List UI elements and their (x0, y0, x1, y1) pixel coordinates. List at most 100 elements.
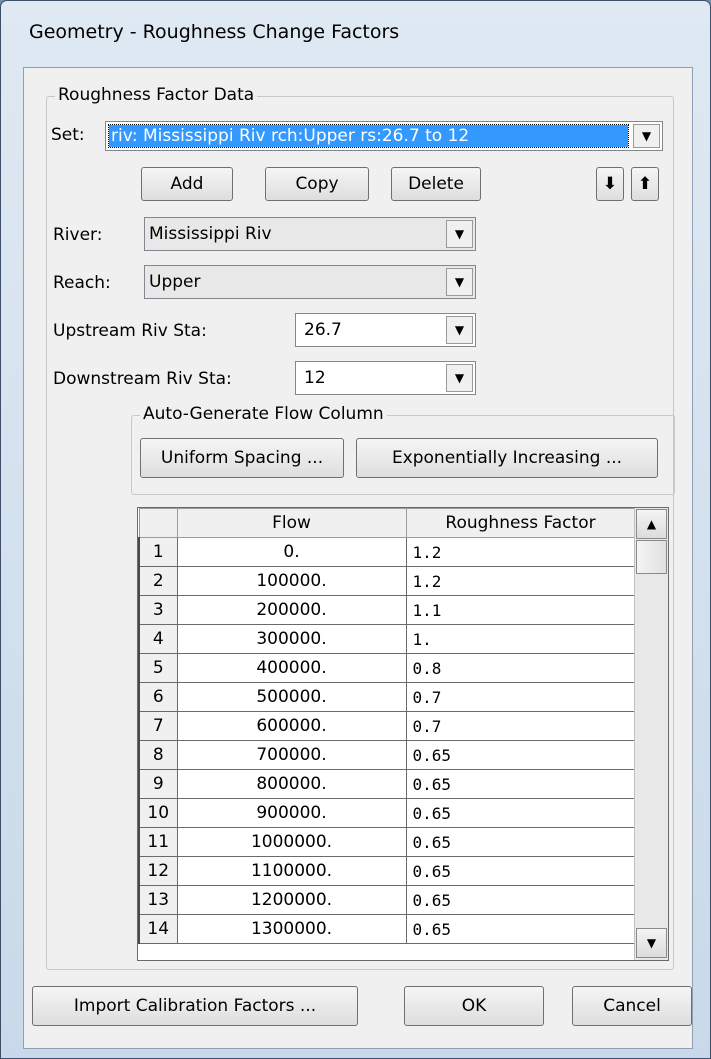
table-row[interactable]: 5 400000. 0.8 (138, 653, 636, 683)
flow-cell[interactable]: 200000. (176, 595, 407, 625)
row-number-cell: 13 (138, 885, 178, 915)
set-dropdown[interactable]: riv: Mississippi Riv rch:Upper rs:26.7 t… (105, 121, 663, 151)
chevron-down-icon[interactable]: ▼ (446, 364, 473, 392)
set-label: Set: (51, 125, 85, 145)
flow-cell[interactable]: 1200000. (176, 885, 407, 915)
roughness-factor-cell[interactable]: 1.2 (405, 537, 636, 567)
flow-roughness-table: Flow Roughness Factor 1 0. 1.2 2 100000. 1.2 3… (137, 507, 669, 961)
upstream-riv-sta-value: 26.7 (304, 320, 342, 340)
reach-dropdown[interactable]: Upper ▼ (144, 265, 476, 299)
arrow-up-icon: ⬆ (637, 174, 653, 194)
table-row[interactable]: 9 800000. 0.65 (138, 769, 636, 799)
river-label: River: (53, 225, 103, 245)
roughness-factor-cell[interactable]: 1.1 (405, 595, 636, 625)
row-number-cell: 2 (138, 566, 178, 596)
table-row[interactable]: 14 1300000. 0.65 (138, 914, 636, 944)
roughness-factor-data-group: Roughness Factor Data Set: riv: Mississi… (46, 85, 675, 970)
auto-generate-flow-group: Auto-Generate Flow Column Uniform Spacin… (131, 404, 675, 495)
exponentially-increasing-button[interactable]: Exponentially Increasing ... (356, 438, 658, 478)
import-calibration-factors-button[interactable]: Import Calibration Factors ... (32, 986, 358, 1026)
flow-cell[interactable]: 900000. (176, 798, 407, 828)
roughness-factor-cell[interactable]: 0.7 (405, 682, 636, 712)
flow-cell[interactable]: 400000. (176, 653, 407, 683)
arrow-down-icon: ⬇ (602, 174, 618, 194)
triangle-up-icon: ▲ (646, 517, 657, 531)
triangle-down-icon: ▼ (646, 936, 657, 950)
roughness-factor-cell[interactable]: 0.65 (405, 769, 636, 799)
roughness-factor-cell[interactable]: 1. (405, 624, 636, 654)
table-row[interactable]: 10 900000. 0.65 (138, 798, 636, 828)
chevron-down-icon[interactable]: ▼ (446, 268, 473, 296)
table-row[interactable]: 6 500000. 0.7 (138, 682, 636, 712)
table-row[interactable]: 3 200000. 1.1 (138, 595, 636, 625)
title-bar[interactable]: Geometry - Roughness Change Factors (1, 1, 710, 69)
river-dropdown[interactable]: Mississippi Riv ▼ (144, 217, 476, 251)
roughness-factor-cell[interactable]: 0.65 (405, 798, 636, 828)
table-row[interactable]: 8 700000. 0.65 (138, 740, 636, 770)
roughness-factor-data-label: Roughness Factor Data (55, 85, 258, 105)
copy-button[interactable]: Copy (265, 167, 369, 201)
roughness-factor-cell[interactable]: 0.8 (405, 653, 636, 683)
flow-cell[interactable]: 0. (176, 537, 407, 567)
row-number-cell: 1 (138, 537, 178, 567)
downstream-riv-sta-dropdown[interactable]: 12 ▼ (295, 361, 476, 395)
reach-value: Upper (149, 272, 201, 292)
move-down-button[interactable]: ⬇ (596, 167, 624, 201)
flow-cell[interactable]: 100000. (176, 566, 407, 596)
vertical-scrollbar[interactable]: ▲ ▼ (634, 508, 668, 960)
uniform-spacing-button[interactable]: Uniform Spacing ... (140, 438, 344, 478)
dialog-client-area: Roughness Factor Data Set: riv: Mississi… (23, 67, 693, 1049)
table-row[interactable]: 4 300000. 1. (138, 624, 636, 654)
move-up-button[interactable]: ⬆ (631, 167, 659, 201)
row-number-cell: 14 (138, 914, 178, 944)
flow-cell[interactable]: 700000. (176, 740, 407, 770)
table-row[interactable]: 1 0. 1.2 (138, 537, 636, 567)
flow-cell[interactable]: 1100000. (176, 856, 407, 886)
roughness-factor-cell[interactable]: 0.65 (405, 856, 636, 886)
row-number-cell: 6 (138, 682, 178, 712)
roughness-factor-cell[interactable]: 0.65 (405, 827, 636, 857)
chevron-down-icon[interactable]: ▼ (446, 220, 473, 248)
data-table: Flow Roughness Factor 1 0. 1.2 2 100000. 1.2 3… (138, 508, 636, 944)
reach-label: Reach: (53, 273, 111, 293)
row-number-cell: 12 (138, 856, 178, 886)
roughness-factor-cell[interactable]: 0.65 (405, 740, 636, 770)
table-row[interactable]: 13 1200000. 0.65 (138, 885, 636, 915)
row-number-cell: 11 (138, 827, 178, 857)
chevron-down-icon[interactable]: ▼ (633, 124, 660, 148)
delete-button[interactable]: Delete (391, 167, 481, 201)
add-button[interactable]: Add (141, 167, 233, 201)
roughness-factor-cell[interactable]: 0.65 (405, 885, 636, 915)
roughness-change-factors-window: Geometry - Roughness Change Factors Roug… (0, 0, 711, 1059)
table-row[interactable]: 11 1000000. 0.65 (138, 827, 636, 857)
flow-cell[interactable]: 800000. (176, 769, 407, 799)
column-header-flow[interactable]: Flow (176, 508, 407, 538)
row-number-cell: 3 (138, 595, 178, 625)
roughness-factor-cell[interactable]: 0.7 (405, 711, 636, 741)
flow-cell[interactable]: 500000. (176, 682, 407, 712)
table-row[interactable]: 2 100000. 1.2 (138, 566, 636, 596)
table-row[interactable]: 7 600000. 0.7 (138, 711, 636, 741)
table-row[interactable]: 12 1100000. 0.65 (138, 856, 636, 886)
row-number-cell: 5 (138, 653, 178, 683)
flow-cell[interactable]: 600000. (176, 711, 407, 741)
roughness-factor-cell[interactable]: 0.65 (405, 914, 636, 944)
scroll-up-button[interactable]: ▲ (636, 509, 667, 539)
flow-cell[interactable]: 300000. (176, 624, 407, 654)
roughness-factor-cell[interactable]: 1.2 (405, 566, 636, 596)
scroll-down-button[interactable]: ▼ (636, 928, 667, 958)
auto-generate-flow-label: Auto-Generate Flow Column (140, 404, 387, 424)
column-header-roughness-factor[interactable]: Roughness Factor (405, 508, 636, 538)
cancel-button[interactable]: Cancel (572, 986, 692, 1026)
upstream-riv-sta-dropdown[interactable]: 26.7 ▼ (295, 313, 476, 347)
downstream-riv-sta-value: 12 (304, 368, 326, 388)
set-selected-value: riv: Mississippi Riv rch:Upper rs:26.7 t… (108, 124, 629, 148)
flow-cell[interactable]: 1000000. (176, 827, 407, 857)
ok-button[interactable]: OK (404, 986, 544, 1026)
window-title: Geometry - Roughness Change Factors (29, 21, 400, 43)
chevron-down-icon[interactable]: ▼ (446, 316, 473, 344)
scroll-thumb[interactable] (636, 540, 667, 574)
row-number-cell: 9 (138, 769, 178, 799)
flow-cell[interactable]: 1300000. (176, 914, 407, 944)
row-number-cell: 7 (138, 711, 178, 741)
